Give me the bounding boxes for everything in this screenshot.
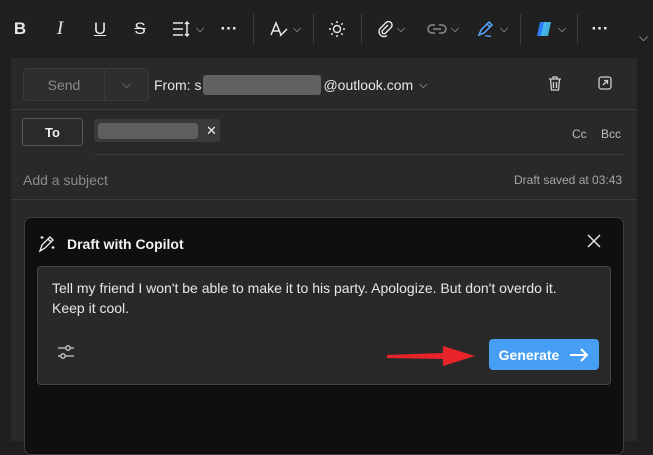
sun-icon xyxy=(329,21,345,37)
paperclip-icon xyxy=(378,20,393,38)
chevron-down-icon: ⌵ xyxy=(195,22,205,35)
close-copilot-button[interactable] xyxy=(586,233,602,254)
chevron-down-icon: ⌵ xyxy=(121,77,132,91)
toolbar-divider xyxy=(253,14,254,44)
adjust-settings-button[interactable] xyxy=(57,344,75,365)
text-styles-button[interactable]: ⌵ xyxy=(265,14,305,44)
chevron-down-icon: ⌵ xyxy=(292,22,302,35)
cc-button[interactable]: Cc xyxy=(572,127,587,141)
more-icon: ··· xyxy=(591,19,609,38)
strikethrough-button[interactable]: S xyxy=(129,14,151,44)
attach-file-button[interactable]: ⌵ xyxy=(373,14,409,44)
from-selector[interactable]: From: s @outlook.com ⌵ xyxy=(154,75,428,95)
arrow-right-icon xyxy=(569,347,589,362)
italic-icon: I xyxy=(56,18,64,39)
line-spacing-button[interactable]: ⌵ xyxy=(168,14,208,44)
chevron-down-icon: ⌵ xyxy=(557,22,567,35)
chevron-down-icon: ⌵ xyxy=(499,22,509,35)
from-label: From: s xyxy=(154,77,202,93)
strikethrough-icon: S xyxy=(134,19,146,38)
expand-ribbon-chevron-icon[interactable]: ⌵ xyxy=(639,30,648,45)
more-options-button[interactable]: ··· xyxy=(587,14,613,44)
line-spacing-icon xyxy=(172,20,190,38)
annotation-arrow-icon xyxy=(387,346,475,366)
toolbar-divider xyxy=(313,14,314,44)
copilot-icon xyxy=(536,22,551,36)
send-button-group: Send ⌵ xyxy=(23,68,149,101)
more-formatting-button[interactable]: ··· xyxy=(216,14,242,44)
link-icon xyxy=(427,24,447,34)
send-options-button[interactable]: ⌵ xyxy=(105,69,148,100)
copilot-prompt-text[interactable]: Tell my friend I won't be able to make i… xyxy=(52,278,592,318)
sliders-icon xyxy=(58,345,74,359)
pop-out-icon xyxy=(598,76,612,90)
compose-pane: Send ⌵ From: s @outlook.com ⌵ To ✕ Cc Bc… xyxy=(11,58,637,455)
divider xyxy=(94,154,624,155)
more-icon: ··· xyxy=(220,19,238,38)
pen-icon xyxy=(477,20,493,37)
generate-button[interactable]: Generate xyxy=(489,339,599,370)
from-domain: @outlook.com xyxy=(323,77,414,93)
copilot-draft-panel: Draft with Copilot Tell my friend I won'… xyxy=(24,217,624,455)
copilot-button[interactable]: ⌵ xyxy=(530,14,570,44)
draft-status: Draft saved at 03:43 xyxy=(514,173,623,187)
copilot-title: Draft with Copilot xyxy=(67,236,184,252)
divider xyxy=(11,109,637,110)
trash-icon xyxy=(549,76,561,91)
copilot-prompt-box[interactable]: Tell my friend I won't be able to make i… xyxy=(37,266,611,385)
signature-button[interactable]: ⌵ xyxy=(472,14,512,44)
subject-input[interactable]: Add a subject xyxy=(23,172,108,188)
toolbar-divider xyxy=(577,14,578,44)
toolbar-divider xyxy=(361,14,362,44)
divider xyxy=(11,199,637,200)
underline-icon: U xyxy=(93,19,107,38)
redacted-recipient xyxy=(98,122,198,139)
underline-button[interactable]: U xyxy=(89,14,111,44)
chevron-down-icon: ⌵ xyxy=(396,22,406,35)
to-button[interactable]: To xyxy=(22,118,83,146)
discard-button[interactable] xyxy=(547,75,563,97)
close-icon xyxy=(587,234,601,248)
bold-button[interactable]: B xyxy=(9,14,31,44)
bold-icon: B xyxy=(13,19,27,38)
italic-button[interactable]: I xyxy=(49,14,71,44)
redacted-email xyxy=(203,75,322,95)
toolbar-divider xyxy=(520,14,521,44)
insert-link-button[interactable]: ⌵ xyxy=(423,14,463,44)
text-style-icon xyxy=(270,21,288,37)
immersive-reader-button[interactable] xyxy=(324,14,350,44)
bcc-button[interactable]: Bcc xyxy=(601,127,621,141)
formatting-toolbar: B I U S ⌵ ··· ⌵ ⌵ ⌵ ⌵ ⌵ ··· xyxy=(0,0,637,58)
recipient-chip[interactable]: ✕ xyxy=(94,119,220,142)
pen-sparkle-icon xyxy=(38,236,55,253)
copilot-header: Draft with Copilot xyxy=(37,234,184,254)
chevron-down-icon: ⌵ xyxy=(419,78,428,91)
pop-out-button[interactable] xyxy=(597,75,613,96)
send-button[interactable]: Send xyxy=(24,69,105,100)
generate-label: Generate xyxy=(498,346,560,363)
remove-recipient-icon[interactable]: ✕ xyxy=(206,123,217,139)
chevron-down-icon: ⌵ xyxy=(450,22,460,35)
